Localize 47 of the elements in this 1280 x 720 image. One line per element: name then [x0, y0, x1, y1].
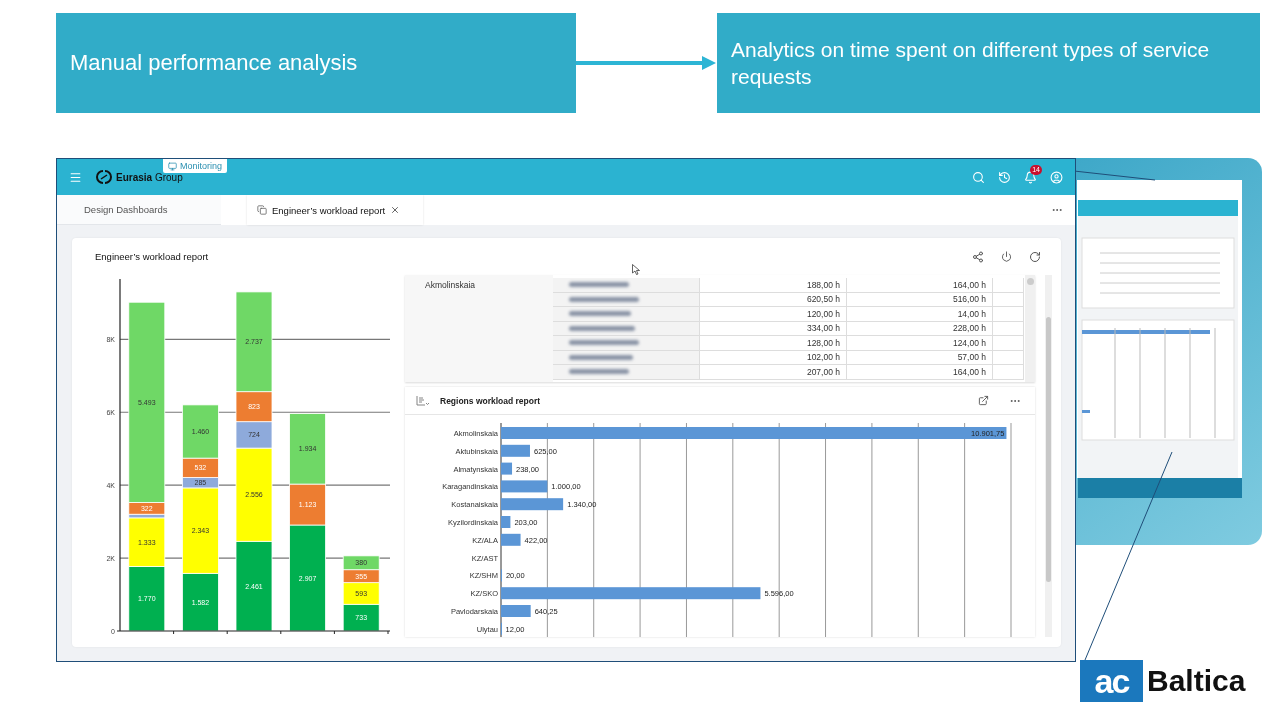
- refresh-icon[interactable]: [1029, 250, 1041, 263]
- blurred-name: [569, 354, 633, 360]
- bar: [501, 498, 564, 511]
- card-title: Engineer’s workload report: [95, 251, 209, 262]
- popout-icon[interactable]: [978, 394, 989, 406]
- bell-icon[interactable]: [1024, 170, 1037, 184]
- bar: [501, 516, 511, 528]
- bar: [501, 533, 521, 546]
- tab-label: Engineer’s workload report: [272, 204, 386, 216]
- blurred-name: [569, 311, 631, 317]
- power-icon[interactable]: [1001, 250, 1012, 262]
- brand-name: Eurasia Group: [116, 171, 183, 183]
- monitor-icon: [168, 161, 177, 171]
- tab[interactable]: Engineer’s workload report: [247, 195, 423, 225]
- table-cell: 14,00 h: [847, 307, 993, 322]
- table-cell: 120,00 h: [700, 307, 847, 322]
- blurred-name: [569, 325, 635, 331]
- tab[interactable]: Design Dashboards: [57, 195, 221, 225]
- scrollbar[interactable]: [1045, 275, 1052, 637]
- blurred-name: [569, 369, 629, 375]
- logo-name: Baltica: [1147, 664, 1246, 698]
- table-cell: 124,00 h: [847, 336, 993, 351]
- blurred-name: [569, 296, 639, 302]
- table-cell: 188,00 h: [700, 278, 847, 293]
- table-cell: 164,00 h: [847, 365, 993, 380]
- chart-title: Regions workload report: [440, 395, 541, 406]
- dashboard-icon: [257, 205, 267, 215]
- bar: [501, 605, 531, 617]
- close-icon[interactable]: [390, 205, 401, 215]
- bar: [501, 444, 530, 457]
- table-cell: 207,00 h: [700, 365, 847, 380]
- share-icon[interactable]: [972, 250, 984, 263]
- target-box: Analytics on time spent on different types of service requests: [717, 13, 1260, 113]
- section-label: Monitoring: [180, 161, 223, 171]
- blurred-name: [569, 340, 639, 346]
- logo-mark: ac: [1080, 660, 1143, 702]
- bar: [501, 462, 513, 475]
- tab-label: Design Dashboards: [84, 204, 168, 215]
- region-cell: Akmolinskaia: [405, 275, 553, 382]
- blurred-name: [569, 282, 629, 288]
- logo-icon: [96, 169, 112, 185]
- bar: [501, 480, 548, 493]
- table-cell: 164,00 h: [847, 278, 993, 293]
- section-tag[interactable]: Monitoring: [163, 159, 228, 173]
- source-box: Manual performance analysis: [56, 13, 576, 113]
- scrollbar[interactable]: [1025, 275, 1035, 382]
- table-cell: 128,00 h: [700, 336, 847, 351]
